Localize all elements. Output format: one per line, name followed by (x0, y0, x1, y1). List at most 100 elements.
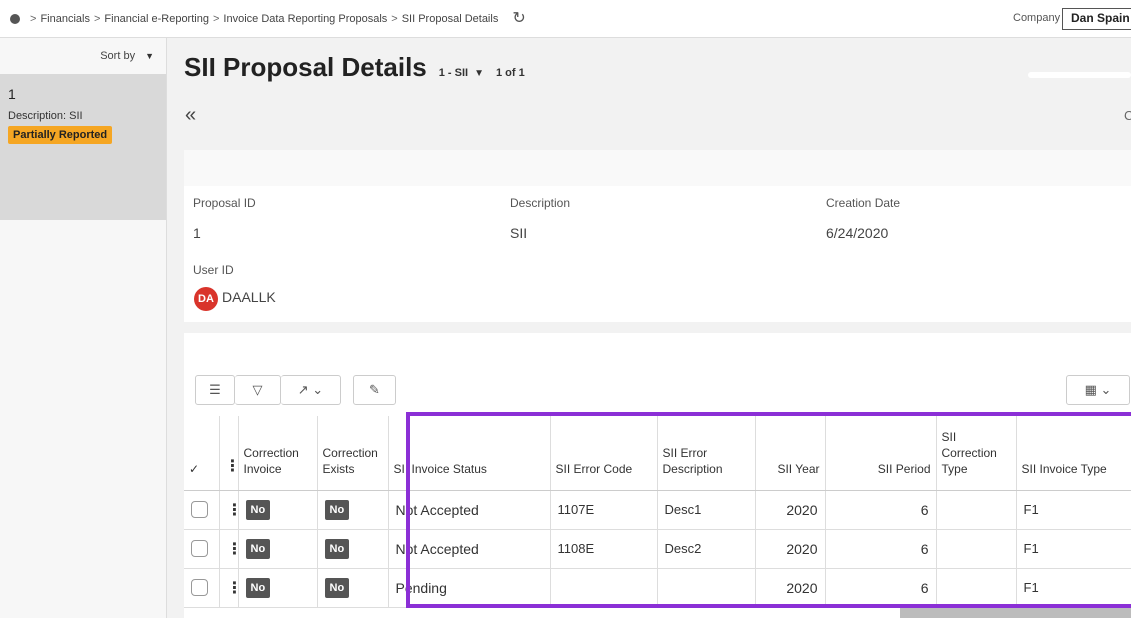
creation-date-value: 6/24/2020 (826, 225, 889, 241)
more-vertical-icon[interactable]: ⋮ (227, 580, 238, 597)
record-list-item[interactable]: 1 Description: SII Partially Reported (0, 74, 166, 220)
correction-type-cell (936, 568, 1017, 608)
more-vertical-icon[interactable]: ⋮ (227, 502, 238, 519)
record-description: Description: SII (8, 110, 83, 122)
correction-type-cell (936, 529, 1017, 569)
breadcrumb-item[interactable]: Financials (40, 13, 90, 25)
year-cell: 2020 (755, 568, 826, 608)
column-header[interactable]: SII Period (825, 416, 937, 491)
pencil-icon: ✎ (369, 382, 380, 397)
column-header[interactable]: SII Error Code (550, 416, 658, 491)
list-icon: ☰ (209, 382, 221, 397)
invoice-table: ✓ ⋮ Correction Invoice Correction Exists… (184, 416, 1131, 608)
export-icon: ↗ ⌄ (297, 382, 324, 397)
table-settings-button[interactable]: ▦ ⌄ (1066, 375, 1130, 405)
sort-by-dropdown[interactable]: Sort by ▼ (100, 50, 154, 62)
edit-button[interactable]: ✎ (353, 375, 396, 405)
edge-label: C (1124, 108, 1131, 123)
breadcrumb-item[interactable]: Financial e-Reporting (104, 13, 209, 25)
error-code-cell: 1107E (550, 490, 658, 530)
chevron-right-icon: > (391, 12, 398, 25)
column-header[interactable]: SII Error Description (657, 416, 756, 491)
company-selector[interactable]: Dan Spain (1062, 8, 1131, 30)
description-value: SII (510, 225, 528, 241)
horizontal-scrollbar[interactable] (900, 608, 1131, 618)
caret-down-icon: ▼ (145, 51, 154, 61)
column-header[interactable]: SII Year (755, 416, 826, 491)
page-header: SII Proposal Details 1 - SII ▼ 1 of 1 (184, 52, 525, 83)
chevron-right-icon: > (212, 12, 220, 25)
collapse-navigator-icon[interactable]: « (185, 104, 196, 127)
table-row[interactable]: ⋮ No No Not Accepted 1108E Desc2 2020 6 … (184, 529, 1131, 569)
refresh-icon[interactable]: ↻ (512, 10, 525, 27)
column-header[interactable]: Correction Exists (317, 416, 389, 491)
chevron-right-icon: > (30, 12, 37, 25)
avatar: DA (194, 287, 218, 311)
export-button[interactable]: ↗ ⌄ (281, 375, 341, 405)
record-navigator: Sort by ▼ 1 Description: SII Partially R… (0, 38, 167, 618)
correction-exists-badge: No (324, 499, 350, 520)
chevron-right-icon: > (93, 12, 101, 25)
more-vertical-icon[interactable]: ⋮ (225, 458, 241, 475)
correction-exists-badge: No (324, 538, 350, 559)
period-cell: 6 (825, 568, 937, 608)
home-icon[interactable] (10, 13, 20, 24)
description-label: Description (510, 196, 571, 210)
search-field[interactable] (1028, 72, 1131, 78)
row-checkbox[interactable] (191, 579, 208, 597)
user-id-label: User ID (193, 263, 234, 277)
correction-type-cell (936, 490, 1017, 530)
invoice-type-cell: F1 (1016, 490, 1131, 530)
error-description-cell: Desc2 (657, 529, 756, 569)
select-all-checkbox[interactable]: ✓ (184, 416, 220, 491)
company-label: Company (1013, 12, 1061, 24)
record-selector[interactable]: 1 - SII (439, 67, 468, 79)
error-description-cell (657, 568, 756, 608)
invoice-type-cell: F1 (1016, 529, 1131, 569)
row-checkbox[interactable] (191, 501, 208, 519)
creation-date-label: Creation Date (826, 196, 901, 210)
proposal-id-value: 1 (193, 225, 201, 241)
correction-invoice-badge: No (245, 538, 271, 559)
period-cell: 6 (825, 529, 937, 569)
invoice-status-cell: Pending (388, 568, 551, 608)
invoice-status-cell: Not Accepted (388, 529, 551, 569)
breadcrumb-item[interactable]: Invoice Data Reporting Proposals (223, 13, 387, 25)
table-row[interactable]: ⋮ No No Not Accepted 1107E Desc1 2020 6 … (184, 490, 1131, 530)
invoice-status-cell: Not Accepted (388, 490, 551, 530)
table-header-row: ✓ ⋮ Correction Invoice Correction Exists… (184, 416, 1131, 491)
column-header[interactable]: Correction Invoice (238, 416, 318, 491)
proposal-id-label: Proposal ID (193, 196, 256, 210)
correction-invoice-badge: No (245, 577, 271, 598)
year-cell: 2020 (755, 490, 826, 530)
column-header[interactable]: SII Invoice Type (1016, 416, 1131, 491)
sort-by-label: Sort by (100, 50, 136, 62)
column-menu-header: ⋮ (219, 416, 241, 491)
more-vertical-icon[interactable]: ⋮ (227, 541, 238, 558)
period-cell: 6 (825, 490, 937, 530)
proposal-details-card (184, 150, 1131, 322)
list-view-button[interactable]: ☰ (195, 375, 235, 405)
breadcrumb: > Financials > Financial e-Reporting > I… (26, 13, 498, 25)
record-number: 1 (8, 86, 16, 102)
check-icon: ✓ (189, 462, 200, 477)
card-header (184, 150, 1131, 186)
column-header[interactable]: SII Invoice Status (388, 416, 551, 491)
table-icon: ▦ ⌄ (1084, 382, 1112, 397)
user-id-value[interactable]: DAALLK (222, 289, 276, 305)
row-checkbox[interactable] (191, 540, 208, 558)
page-title: SII Proposal Details (184, 52, 427, 82)
filter-button[interactable]: ▽ (235, 375, 281, 405)
year-cell: 2020 (755, 529, 826, 569)
breadcrumb-item-current: SII Proposal Details (401, 12, 499, 25)
error-code-cell (550, 568, 658, 608)
table-row[interactable]: ⋮ No No Pending 2020 6 F1 (184, 568, 1131, 608)
column-header[interactable]: SII Correction Type (936, 416, 1017, 491)
correction-invoice-badge: No (245, 499, 271, 520)
correction-exists-badge: No (324, 577, 350, 598)
invoice-type-cell: F1 (1016, 568, 1131, 608)
error-code-cell: 1108E (550, 529, 658, 569)
record-pager: 1 of 1 (496, 67, 525, 79)
status-badge: Partially Reported (8, 126, 113, 144)
caret-down-icon[interactable]: ▼ (474, 68, 484, 79)
